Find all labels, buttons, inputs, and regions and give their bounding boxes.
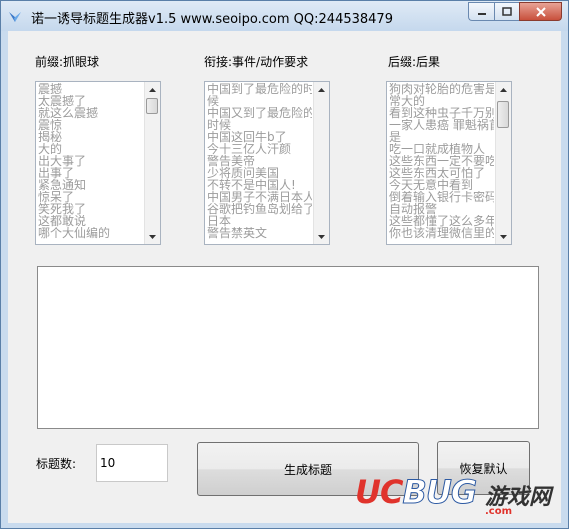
- suffix-scrollbar[interactable]: [495, 82, 511, 244]
- list-item[interactable]: 候: [207, 95, 312, 107]
- watermark-logo: UCBUG: [355, 473, 478, 512]
- scroll-up-button[interactable]: [145, 82, 160, 97]
- connector-items: 中国到了最危险的时 候 中国又到了最危险的 时候 中国这回牛b了 今十三亿人汗颜…: [207, 83, 312, 239]
- arrow-up-icon: [149, 87, 156, 92]
- minimize-button[interactable]: [468, 2, 494, 21]
- list-item[interactable]: 一家人患癌 罪魁祸首竟: [389, 119, 494, 131]
- title-count-input[interactable]: [96, 444, 168, 482]
- prefix-listbox[interactable]: 震撼 太震撼了 就这么震撼 震惊 揭秘 大的 出大事了 出事了 紧急通知 惊呆了…: [35, 81, 161, 245]
- scroll-thumb[interactable]: [497, 101, 509, 128]
- connector-label: 衔接:事件/动作要求: [204, 55, 309, 69]
- scroll-up-button[interactable]: [314, 82, 329, 97]
- arrow-down-icon: [500, 234, 507, 239]
- prefix-label: 前缀:抓眼球: [35, 55, 100, 69]
- list-item[interactable]: 时候: [207, 119, 312, 131]
- scroll-thumb[interactable]: [146, 98, 158, 114]
- prefix-items: 震撼 太震撼了 就这么震撼 震惊 揭秘 大的 出大事了 出事了 紧急通知 惊呆了…: [38, 83, 143, 239]
- list-item[interactable]: 太震撼了: [38, 95, 143, 107]
- list-item[interactable]: 这都敢说: [38, 215, 143, 227]
- list-item[interactable]: 笑死我了: [38, 203, 143, 215]
- list-item[interactable]: 震惊: [38, 119, 143, 131]
- arrow-down-icon: [318, 234, 325, 239]
- list-item[interactable]: 出事了: [38, 167, 143, 179]
- scroll-down-button[interactable]: [496, 229, 511, 244]
- connector-listbox[interactable]: 中国到了最危险的时 候 中国又到了最危险的 时候 中国这回牛b了 今十三亿人汗颜…: [204, 81, 330, 245]
- window-title: 诺一诱导标题生成器v1.5 www.seoipo.com QQ:24453847…: [31, 12, 393, 27]
- list-item[interactable]: 常大的: [389, 95, 494, 107]
- suffix-label: 后缀:后果: [388, 55, 441, 69]
- scroll-down-button[interactable]: [314, 229, 329, 244]
- scroll-up-button[interactable]: [496, 82, 511, 97]
- close-button[interactable]: [519, 2, 562, 21]
- list-item[interactable]: 警告美帝: [207, 155, 312, 167]
- list-item[interactable]: 中国男子不满日本人: [207, 191, 312, 203]
- minimize-icon: [477, 12, 486, 15]
- list-item[interactable]: 惊呆了: [38, 191, 143, 203]
- list-item[interactable]: 今天无意中看到: [389, 179, 494, 191]
- suffix-items: 狗肉对轮胎的危害是非 常大的 看到这种虫子千万别打 一家人患癌 罪魁祸首竟 是 …: [389, 83, 494, 239]
- scroll-down-button[interactable]: [145, 229, 160, 244]
- list-item[interactable]: 哪个大仙编的: [38, 227, 143, 239]
- list-item[interactable]: 这些东西太可怕了: [389, 167, 494, 179]
- list-item[interactable]: 今十三亿人汗颜: [207, 143, 312, 155]
- list-item[interactable]: 你也该清理微信里的死: [389, 227, 494, 239]
- list-item[interactable]: 是: [389, 131, 494, 143]
- maximize-icon: [502, 7, 512, 16]
- list-item[interactable]: 自动报警: [389, 203, 494, 215]
- generated-titles-output[interactable]: [37, 266, 539, 429]
- maximize-button[interactable]: [494, 2, 519, 21]
- app-window: 诺一诱导标题生成器v1.5 www.seoipo.com QQ:24453847…: [0, 0, 569, 529]
- list-item[interactable]: 就这么震撼: [38, 107, 143, 119]
- list-item[interactable]: 中国又到了最危险的: [207, 107, 312, 119]
- list-item[interactable]: 倒着输入银行卡密码能: [389, 191, 494, 203]
- watermark-url: .com: [485, 506, 513, 517]
- title-count-label: 标题数:: [36, 457, 77, 471]
- arrow-up-icon: [318, 87, 325, 92]
- list-item[interactable]: 中国到了最危险的时: [207, 83, 312, 95]
- list-item[interactable]: 狗肉对轮胎的危害是非: [389, 83, 494, 95]
- title-bar[interactable]: 诺一诱导标题生成器v1.5 www.seoipo.com QQ:24453847…: [1, 1, 568, 31]
- list-item[interactable]: 少将质问美国: [207, 167, 312, 179]
- app-logo-icon: [9, 12, 21, 22]
- list-item[interactable]: 不转不是中国人!: [207, 179, 312, 191]
- site-watermark: UCBUG 游戏网 .com: [345, 471, 565, 521]
- list-item[interactable]: 出大事了: [38, 155, 143, 167]
- list-item[interactable]: 谷歌把钓鱼岛划给了: [207, 203, 312, 215]
- list-item[interactable]: 吃一口就成植物人: [389, 143, 494, 155]
- list-item[interactable]: 这些都懂了这么多年: [389, 215, 494, 227]
- list-item[interactable]: 中国这回牛b了: [207, 131, 312, 143]
- list-item[interactable]: 看到这种虫子千万别打: [389, 107, 494, 119]
- close-icon: [535, 6, 546, 17]
- arrow-down-icon: [149, 234, 156, 239]
- suffix-listbox[interactable]: 狗肉对轮胎的危害是非 常大的 看到这种虫子千万别打 一家人患癌 罪魁祸首竟 是 …: [386, 81, 512, 245]
- list-item[interactable]: 揭秘: [38, 131, 143, 143]
- window-controls: [468, 2, 562, 21]
- list-item[interactable]: 紧急通知: [38, 179, 143, 191]
- list-item[interactable]: 大的: [38, 143, 143, 155]
- list-item[interactable]: 震撼: [38, 83, 143, 95]
- connector-scrollbar[interactable]: [313, 82, 329, 244]
- list-item[interactable]: 警告禁英文: [207, 227, 312, 239]
- prefix-scrollbar[interactable]: [144, 82, 160, 244]
- list-item[interactable]: 日本: [207, 215, 312, 227]
- arrow-up-icon: [500, 87, 507, 92]
- list-item[interactable]: 这些东西一定不要吃: [389, 155, 494, 167]
- client-area: 前缀:抓眼球 衔接:事件/动作要求 后缀:后果 震撼 太震撼了 就这么震撼 震惊…: [8, 31, 561, 523]
